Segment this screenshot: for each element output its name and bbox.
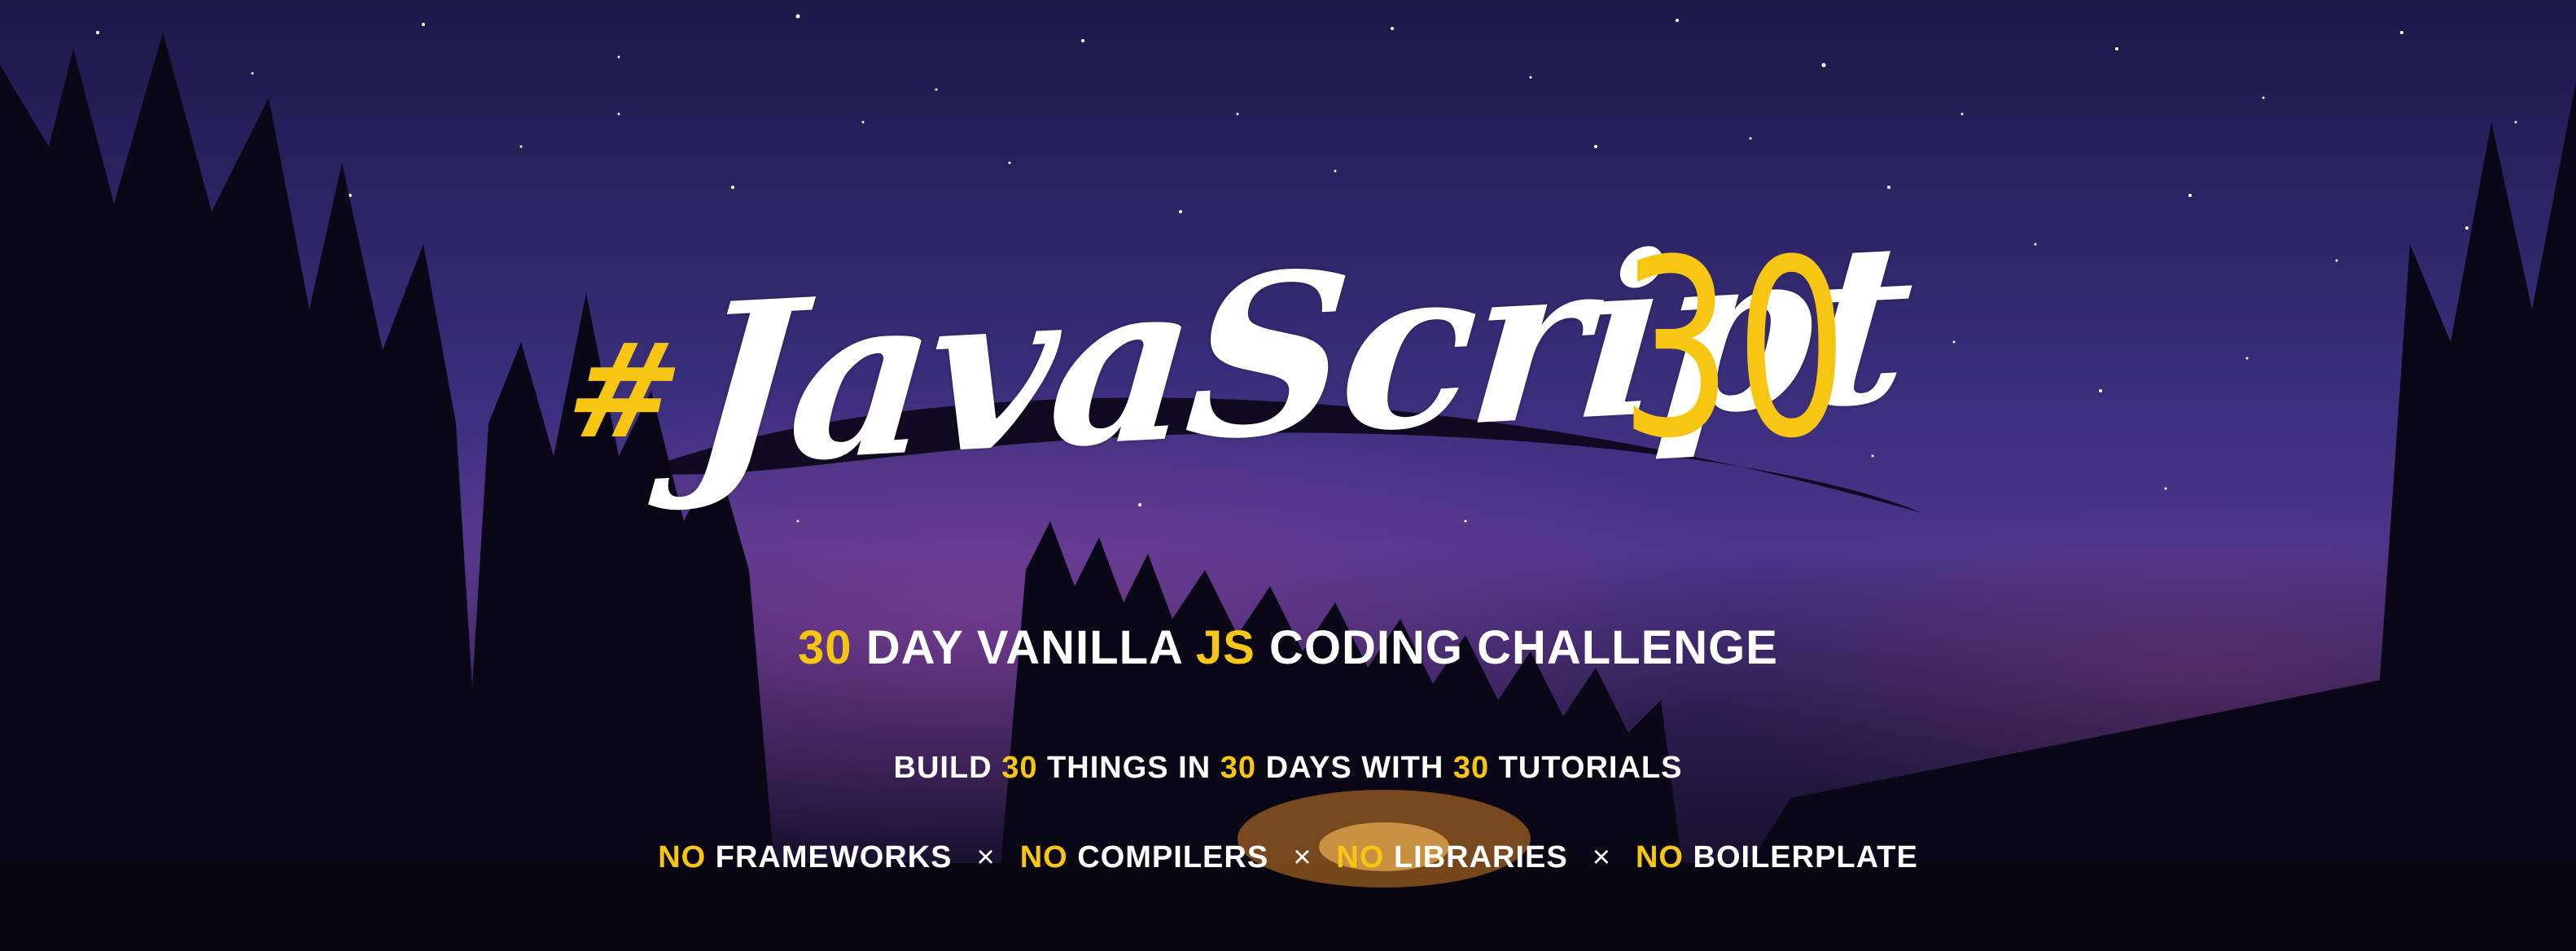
tagline-tutorials: TUTORIALS xyxy=(1498,751,1683,785)
tagline-num-1: 30 xyxy=(1001,751,1038,785)
challenge-tagline: BUILD 30 THINGS IN 30 DAYS WITH 30 TUTOR… xyxy=(0,751,2576,786)
tagline-days: DAYS WITH xyxy=(1265,751,1444,785)
subtitle-text-2: CODING CHALLENGE xyxy=(1268,621,1778,674)
rule-item: NO BOILERPLATE xyxy=(1636,840,1918,875)
tagline-build: BUILD xyxy=(893,751,992,785)
rule-label: BOILERPLATE xyxy=(1693,840,1918,874)
rule-no: NO xyxy=(1336,840,1385,874)
rule-no: NO xyxy=(1635,840,1684,874)
rule-label: FRAMEWORKS xyxy=(715,840,953,874)
rule-item: NO COMPILERS xyxy=(1020,840,1268,875)
brand-number: 30 xyxy=(1620,208,1851,492)
rules-list: NO FRAMEWORKS × NO COMPILERS × NO LIBRARIES ×… xyxy=(0,840,2576,875)
subtitle-js: JS xyxy=(1195,621,1255,674)
subtitle-number: 30 xyxy=(798,621,852,674)
tagline-num-2: 30 xyxy=(1220,751,1257,785)
challenge-subtitle: 30 DAY VANILLA JS CODING CHALLENGE xyxy=(0,620,2576,675)
rule-item: NO LIBRARIES xyxy=(1336,840,1567,875)
rule-no: NO xyxy=(658,840,707,874)
tagline-things: THINGS IN xyxy=(1047,751,1211,785)
rule-label: LIBRARIES xyxy=(1393,840,1568,874)
rule-label: COMPILERS xyxy=(1077,840,1269,874)
rule-separator: × xyxy=(1293,840,1312,874)
rule-separator: × xyxy=(1592,840,1611,874)
tagline-num-3: 30 xyxy=(1452,751,1490,785)
brand-logo: # JavaScript 30 xyxy=(0,192,2576,554)
rule-item: NO FRAMEWORKS xyxy=(658,840,952,875)
rule-no: NO xyxy=(1019,840,1068,874)
subtitle-text-1: DAY VANILLA xyxy=(865,621,1182,674)
rule-separator: × xyxy=(976,840,996,874)
hero-banner: # JavaScript 30 30 DAY VANILLA JS CODING… xyxy=(0,0,2576,951)
